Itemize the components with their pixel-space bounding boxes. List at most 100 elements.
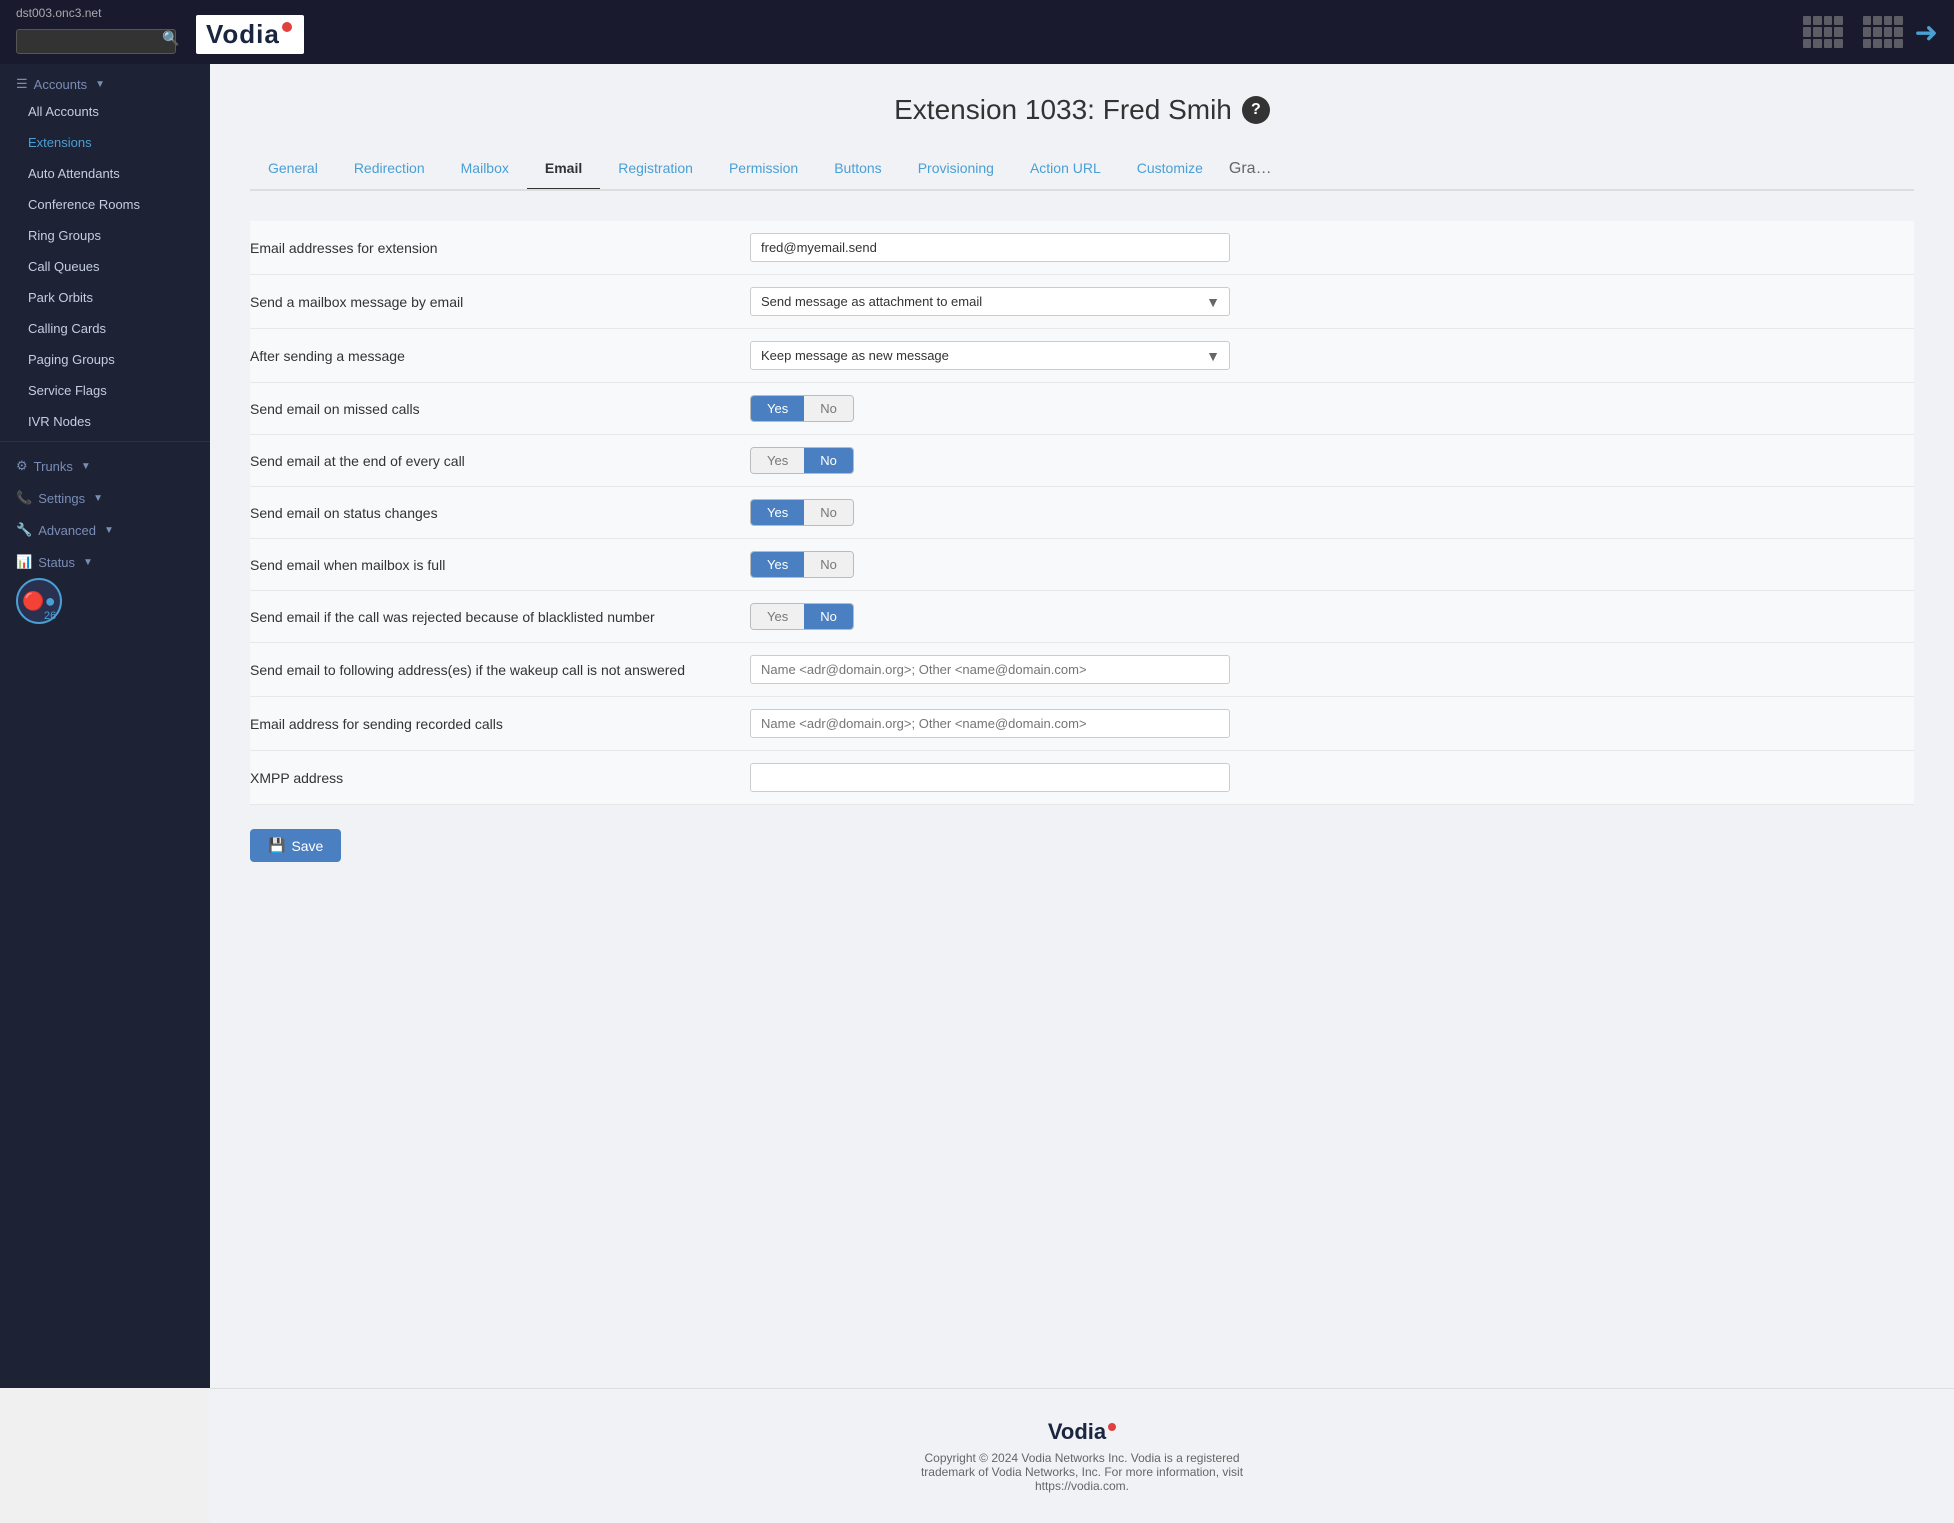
status-changes-no[interactable]: No	[804, 500, 853, 525]
help-icon[interactable]: ?	[1242, 96, 1270, 124]
tab-permission[interactable]: Permission	[711, 150, 816, 191]
tab-registration[interactable]: Registration	[600, 150, 711, 191]
footer-logo-text: Vodia	[1048, 1419, 1106, 1445]
missed-calls-no[interactable]: No	[804, 396, 853, 421]
sidebar-status-label: Status	[38, 555, 75, 570]
sidebar-accounts-label: Accounts	[34, 77, 87, 92]
search-icon: 🔍	[162, 30, 179, 47]
form-row-wakeup: Send email to following address(es) if t…	[250, 643, 1914, 697]
xmpp-input[interactable]	[750, 763, 1230, 792]
footer-logo-wrap: Vodia	[240, 1419, 1924, 1445]
form-row-status-changes: Send email on status changes Yes No	[250, 487, 1914, 539]
sidebar-item-auto-attendants[interactable]: Auto Attendants	[0, 158, 210, 189]
missed-calls-label: Send email on missed calls	[250, 401, 750, 417]
end-of-call-toggle: Yes No	[750, 447, 854, 474]
form-row-missed-calls: Send email on missed calls Yes No	[250, 383, 1914, 435]
email-form: Email addresses for extension Send a mai…	[250, 221, 1914, 805]
advanced-icon: 🔧	[16, 522, 32, 538]
footer-logo-dot	[1108, 1423, 1116, 1431]
footer: Vodia Copyright © 2024 Vodia Networks In…	[210, 1388, 1954, 1523]
mailbox-full-yes[interactable]: Yes	[751, 552, 804, 577]
end-of-call-no[interactable]: No	[804, 448, 853, 473]
status-changes-toggle: Yes No	[750, 499, 854, 526]
email-addresses-label: Email addresses for extension	[250, 240, 750, 256]
form-row-email-addresses: Email addresses for extension	[250, 221, 1914, 275]
tab-mailbox[interactable]: Mailbox	[443, 150, 527, 191]
search-input[interactable]	[16, 29, 176, 54]
mailbox-full-control: Yes No	[750, 551, 1914, 578]
sidebar-item-ivr-nodes[interactable]: IVR Nodes	[0, 406, 210, 437]
blacklisted-label: Send email if the call was rejected beca…	[250, 609, 750, 625]
blacklisted-yes[interactable]: Yes	[751, 604, 804, 629]
sidebar-trunks-header[interactable]: ⚙ Trunks ▼	[0, 446, 210, 478]
tab-email[interactable]: Email	[527, 150, 600, 191]
after-sending-label: After sending a message	[250, 348, 750, 364]
radio-icon: 🔴●	[22, 591, 55, 612]
recorded-calls-input[interactable]	[750, 709, 1230, 738]
wakeup-input[interactable]	[750, 655, 1230, 684]
save-label: Save	[291, 838, 323, 854]
save-icon: 💾	[268, 837, 285, 854]
send-mailbox-select[interactable]: Send message as attachment to email Do n…	[750, 287, 1230, 316]
xmpp-label: XMPP address	[250, 770, 750, 786]
sidebar-item-all-accounts[interactable]: All Accounts	[0, 96, 210, 127]
tab-action-url[interactable]: Action URL	[1012, 150, 1119, 191]
status-changes-control: Yes No	[750, 499, 1914, 526]
sidebar-accounts-header[interactable]: ☰ Accounts ▼	[0, 64, 210, 96]
sidebar-bottom-area: 🔴● 26	[0, 574, 210, 644]
end-of-call-yes[interactable]: Yes	[751, 448, 804, 473]
form-row-blacklisted: Send email if the call was rejected beca…	[250, 591, 1914, 643]
tab-buttons[interactable]: Buttons	[816, 150, 899, 191]
email-addresses-input[interactable]	[750, 233, 1230, 262]
sidebar: ☰ Accounts ▼ All Accounts Extensions Aut…	[0, 64, 210, 1388]
sidebar-item-conference-rooms[interactable]: Conference Rooms	[0, 189, 210, 220]
sidebar-item-calling-cards[interactable]: Calling Cards	[0, 313, 210, 344]
form-row-recorded-calls: Email address for sending recorded calls	[250, 697, 1914, 751]
logo-text: Vodia	[206, 19, 280, 50]
logo-dot	[282, 22, 292, 32]
wakeup-control	[750, 655, 1914, 684]
blacklisted-toggle: Yes No	[750, 603, 854, 630]
logout-icon[interactable]: ➜	[1915, 16, 1938, 49]
email-addresses-control	[750, 233, 1914, 262]
tab-customize[interactable]: Customize	[1119, 150, 1221, 191]
tab-provisioning[interactable]: Provisioning	[900, 150, 1012, 191]
xmpp-control	[750, 763, 1914, 792]
sidebar-item-extensions[interactable]: Extensions	[0, 127, 210, 158]
sidebar-item-service-flags[interactable]: Service Flags	[0, 375, 210, 406]
status-changes-yes[interactable]: Yes	[751, 500, 804, 525]
tab-more[interactable]: Gra…	[1221, 150, 1280, 191]
blacklisted-control: Yes No	[750, 603, 1914, 630]
sidebar-advanced-header[interactable]: 🔧 Advanced ▼	[0, 510, 210, 542]
settings-icon: 📞	[16, 490, 32, 506]
grid-icon-2[interactable]	[1863, 16, 1903, 48]
form-row-mailbox-full: Send email when mailbox is full Yes No	[250, 539, 1914, 591]
list-icon: ☰	[16, 76, 28, 92]
page-title: Extension 1033: Fred Smih ?	[250, 94, 1914, 126]
blacklisted-no[interactable]: No	[804, 604, 853, 629]
footer-trademark: trademark of Vodia Networks, Inc. For mo…	[240, 1465, 1924, 1479]
sidebar-settings-header[interactable]: 📞 Settings ▼	[0, 478, 210, 510]
tab-redirection[interactable]: Redirection	[336, 150, 443, 191]
missed-calls-toggle: Yes No	[750, 395, 854, 422]
after-sending-select[interactable]: Keep message as new message Mark as read…	[750, 341, 1230, 370]
send-mailbox-label: Send a mailbox message by email	[250, 294, 750, 310]
recorded-calls-control	[750, 709, 1914, 738]
sidebar-status-header[interactable]: 📊 Status ▼	[0, 542, 210, 574]
save-button[interactable]: 💾 Save	[250, 829, 341, 862]
sidebar-settings-label: Settings	[38, 491, 85, 506]
sidebar-trunks-label: Trunks	[34, 459, 73, 474]
send-mailbox-control: Send message as attachment to email Do n…	[750, 287, 1914, 316]
topbar-right: ➜	[1803, 16, 1938, 49]
end-of-call-control: Yes No	[750, 447, 1914, 474]
sidebar-item-paging-groups[interactable]: Paging Groups	[0, 344, 210, 375]
footer-url: https://vodia.com.	[240, 1479, 1924, 1493]
sidebar-item-ring-groups[interactable]: Ring Groups	[0, 220, 210, 251]
missed-calls-yes[interactable]: Yes	[751, 396, 804, 421]
mailbox-full-no[interactable]: No	[804, 552, 853, 577]
sidebar-item-park-orbits[interactable]: Park Orbits	[0, 282, 210, 313]
sidebar-item-call-queues[interactable]: Call Queues	[0, 251, 210, 282]
badge-number: 26	[44, 610, 56, 622]
grid-icon-1[interactable]	[1803, 16, 1843, 48]
tab-general[interactable]: General	[250, 150, 336, 191]
